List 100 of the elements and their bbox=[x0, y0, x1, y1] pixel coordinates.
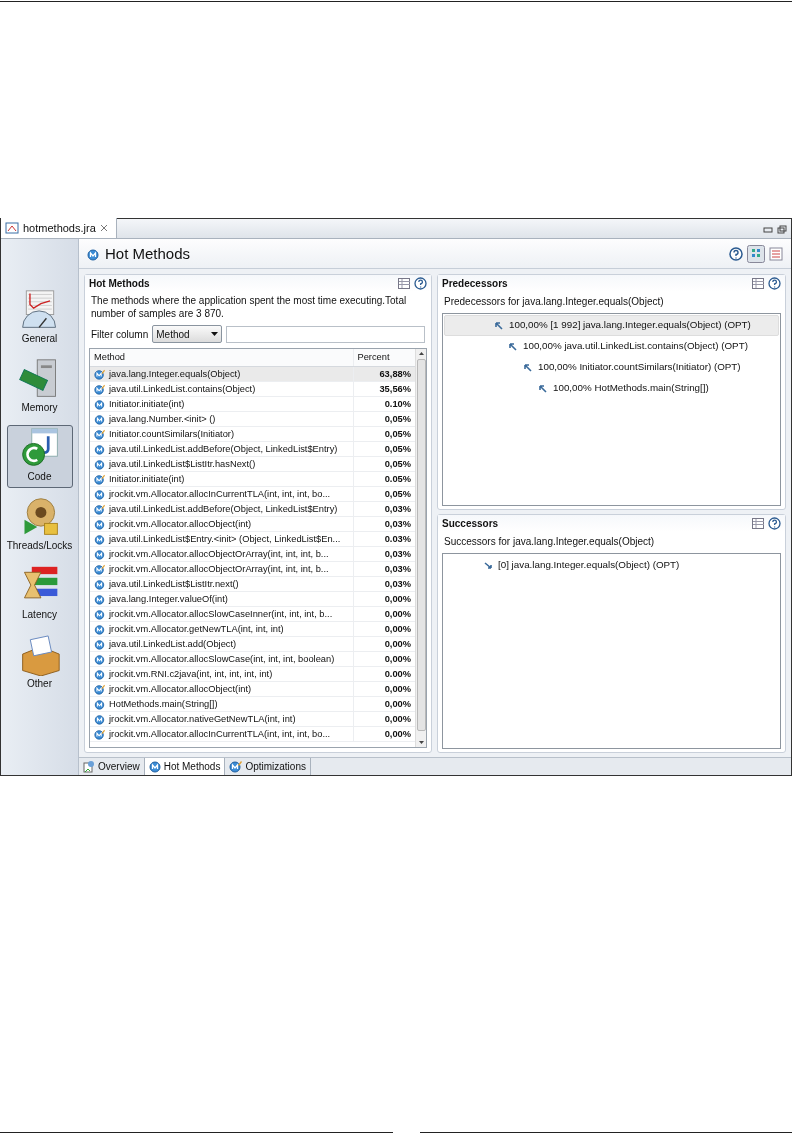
table-row[interactable]: jrockit.vm.Allocator.allocSlowCaseInner(int, int, int, b... 0,00% bbox=[90, 606, 415, 621]
panel-title: Successors bbox=[442, 517, 499, 531]
table-row[interactable]: Initiator.countSimilars(Initiator) 0,05% bbox=[90, 426, 415, 441]
method-name: java.util.LinkedList.add(Object) bbox=[109, 638, 237, 650]
predecessor-arrow-icon bbox=[495, 321, 503, 330]
predecessor-arrow-icon bbox=[509, 342, 517, 351]
table-row[interactable]: jrockit.vm.Allocator.allocSlowCase(int, int, int, boolean) 0,00% bbox=[90, 651, 415, 666]
successor-arrow-icon bbox=[484, 561, 492, 570]
method-icon bbox=[94, 653, 105, 665]
help-icon bbox=[768, 517, 781, 530]
table-row[interactable]: Initiator.initiate(int) 0.05% bbox=[90, 471, 415, 486]
optimized-method-icon bbox=[94, 473, 105, 485]
method-name: Initiator.initiate(int) bbox=[109, 398, 185, 410]
table-row[interactable]: HotMethods.main(String[]) 0,00% bbox=[90, 696, 415, 711]
optimized-method-icon bbox=[94, 683, 105, 695]
method-icon bbox=[94, 578, 105, 590]
method-name: java.util.LinkedList.contains(Object) bbox=[109, 383, 256, 395]
panel-subtitle: Predecessors for java.lang.Integer.equals(Object) bbox=[443, 295, 665, 309]
column-header[interactable]: Method bbox=[90, 349, 353, 366]
table-row[interactable]: java.util.LinkedList.addBefore(Object, LinkedList$Entry) 0,03% bbox=[90, 501, 415, 516]
tree-node[interactable]: 100,00% java.util.LinkedList.contains(Object) (OPT) bbox=[444, 336, 779, 357]
table-row[interactable]: jrockit.vm.RNI.c2java(int, int, int, int, int) 0.00% bbox=[90, 666, 415, 681]
filter-input-field[interactable] bbox=[226, 325, 425, 343]
method-icon bbox=[94, 443, 105, 455]
table-row[interactable]: java.lang.Number.<init> () 0,05% bbox=[90, 411, 415, 426]
bottom-tab[interactable]: Hot Methods bbox=[144, 758, 226, 775]
tree-node[interactable]: 100,00% [1 992] java.lang.Integer.equals(Object) (OPT) bbox=[444, 315, 779, 336]
bottom-tab[interactable]: Optimizations bbox=[225, 758, 311, 775]
table-row[interactable]: jrockit.vm.Allocator.allocInCurrentTLA(int, int, int, bo... 0,05% bbox=[90, 486, 415, 501]
table-row[interactable]: jrockit.vm.Allocator.allocInCurrentTLA(int, int, int, bo... 0,00% bbox=[90, 726, 415, 741]
method-name: jrockit.vm.Allocator.allocObjectOrArray(int, int, int, b... bbox=[109, 563, 329, 575]
optimized-method-icon bbox=[94, 368, 105, 380]
method-name: java.util.LinkedList.addBefore(Object, LinkedList$Entry) bbox=[109, 503, 338, 515]
scroll-up-icon[interactable] bbox=[417, 349, 425, 357]
method-name: java.lang.Integer.valueOf(int) bbox=[109, 593, 228, 605]
method-name: jrockit.vm.Allocator.allocSlowCase(int, int, int, boolean) bbox=[109, 653, 335, 665]
filter-column-select[interactable]: Method bbox=[152, 325, 223, 343]
minimize-icon[interactable] bbox=[763, 226, 773, 234]
method-icon bbox=[94, 398, 105, 410]
method-name: java.lang.Number.<init> () bbox=[109, 413, 216, 425]
help-icon bbox=[729, 246, 743, 261]
sidebar-item[interactable]: General bbox=[6, 287, 73, 350]
recording-file-icon bbox=[5, 221, 19, 235]
table-row[interactable]: java.util.LinkedList.addBefore(Object, LinkedList$Entry) 0,05% bbox=[90, 441, 415, 456]
description-text: The methods where the application spent the most time executing.Total number of samples are 3 870. bbox=[90, 294, 408, 320]
table-row[interactable]: java.lang.Integer.valueOf(int) 0,00% bbox=[90, 591, 415, 606]
sidebar-item[interactable]: Memory bbox=[6, 356, 73, 419]
method-name: Initiator.countSimilars(Initiator) bbox=[109, 428, 235, 440]
scrollbar[interactable] bbox=[415, 349, 426, 747]
method-icon bbox=[87, 247, 99, 261]
sidebar-item[interactable]: Threads/Locks bbox=[6, 494, 73, 557]
tree-node[interactable]: 100,00% HotMethods.main(String[]) bbox=[444, 378, 779, 399]
table-row[interactable]: jrockit.vm.Allocator.nativeGetNewTLA(int, int) 0,00% bbox=[90, 711, 415, 726]
table-row[interactable]: Initiator.initiate(int) 0.10% bbox=[90, 396, 415, 411]
method-icon bbox=[94, 488, 105, 500]
method-icon bbox=[94, 698, 105, 710]
caret-icon bbox=[211, 332, 219, 336]
scroll-down-icon[interactable] bbox=[417, 739, 425, 747]
table-view-icon bbox=[752, 277, 764, 290]
table-row[interactable]: jrockit.vm.Allocator.allocObject(int) 0,00% bbox=[90, 681, 415, 696]
table-view-icon bbox=[752, 517, 764, 530]
table-row[interactable]: java.util.LinkedList.contains(Object) 35,56% bbox=[90, 381, 415, 396]
table-row[interactable]: java.util.LinkedList.add(Object) 0,00% bbox=[90, 636, 415, 651]
close-icon bbox=[99, 224, 108, 232]
filter-label: Filter column bbox=[91, 327, 149, 342]
method-name: java.lang.Integer.equals(Object) bbox=[109, 368, 241, 380]
table-row[interactable]: jrockit.vm.Allocator.getNewTLA(int, int, int) 0,00% bbox=[90, 621, 415, 636]
tree-node[interactable]: [0] java.lang.Integer.equals(Object) (OPT) bbox=[444, 555, 779, 576]
method-icon bbox=[94, 668, 105, 680]
sidebar-item[interactable]: Code bbox=[6, 425, 73, 488]
table-row[interactable]: java.util.LinkedList$ListItr.next() 0,03% bbox=[90, 576, 415, 591]
method-name: Initiator.initiate(int) bbox=[109, 473, 185, 485]
table-row[interactable]: jrockit.vm.Allocator.allocObjectOrArray(int, int, int, b... 0,03% bbox=[90, 546, 415, 561]
column-header[interactable]: Percent bbox=[353, 349, 415, 366]
page-title: Hot Methods bbox=[105, 244, 191, 263]
method-name: jrockit.vm.Allocator.allocObjectOrArray(int, int, int, b... bbox=[109, 548, 329, 560]
method-icon bbox=[94, 638, 105, 650]
overview-icon bbox=[83, 760, 95, 773]
method-icon bbox=[94, 413, 105, 425]
optimized-method-icon bbox=[94, 728, 105, 740]
method-icon bbox=[94, 458, 105, 470]
method-icon bbox=[94, 713, 105, 725]
method-icon bbox=[94, 593, 105, 605]
method-icon bbox=[148, 760, 161, 773]
tree-node[interactable]: 100,00% Initiator.countSimilars(Initiator) (OPT) bbox=[444, 357, 779, 378]
restore-icon[interactable] bbox=[777, 225, 787, 234]
table-row[interactable]: java.util.LinkedList$ListItr.hasNext() 0,05% bbox=[90, 456, 415, 471]
table-row[interactable]: jrockit.vm.Allocator.allocObjectOrArray(int, int, int, b... 0,03% bbox=[90, 561, 415, 576]
sidebar-item[interactable]: Other bbox=[6, 632, 73, 695]
table-row[interactable]: java.util.LinkedList$Entry.<init> (Object, LinkedList$En... 0.03% bbox=[90, 531, 415, 546]
table-row[interactable]: jrockit.vm.Allocator.allocObject(int) 0,03% bbox=[90, 516, 415, 531]
method-icon bbox=[94, 518, 105, 530]
sidebar-item[interactable]: Latency bbox=[6, 563, 73, 626]
bottom-tab[interactable]: Overview bbox=[79, 758, 145, 775]
method-name: jrockit.vm.RNI.c2java(int, int, int, int, int) bbox=[109, 668, 273, 680]
panel-title: Predecessors bbox=[442, 277, 508, 291]
optimized-method-icon bbox=[94, 383, 105, 395]
panel-title: Hot Methods bbox=[89, 277, 150, 291]
help-icon bbox=[414, 277, 427, 290]
editor-tab[interactable]: hotmethods.jra bbox=[1, 218, 117, 238]
